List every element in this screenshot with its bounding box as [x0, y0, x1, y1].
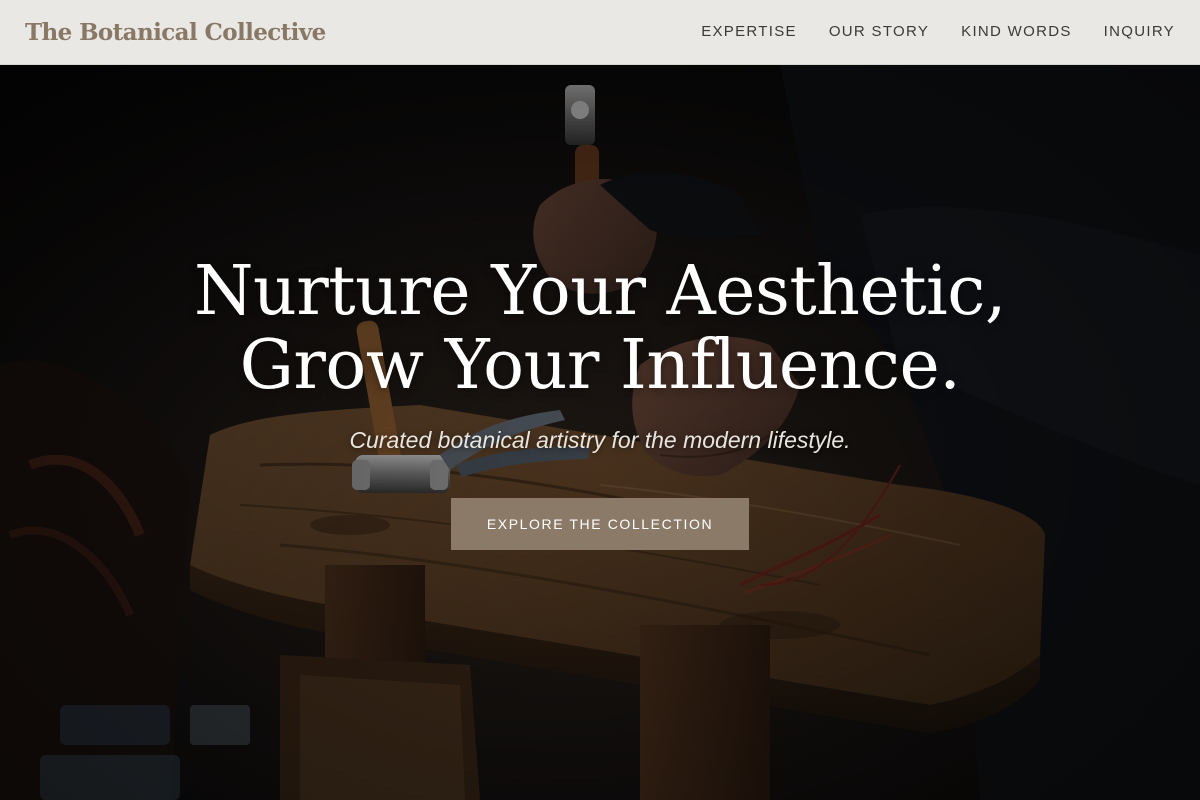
nav-link-expertise[interactable]: EXPERTISE: [701, 23, 797, 40]
nav-item-our-story: OUR STORY: [829, 23, 929, 41]
nav-item-inquiry: INQUIRY: [1104, 23, 1175, 41]
main-nav: EXPERTISE OUR STORY KIND WORDS INQUIRY: [701, 23, 1175, 41]
nav-item-expertise: EXPERTISE: [701, 23, 797, 41]
hero-content: Nurture Your Aesthetic, Grow Your Influe…: [0, 255, 1200, 550]
brand-logo-link[interactable]: The Botanical Collective: [25, 19, 326, 46]
hero-subtitle: Curated botanical artistry for the moder…: [349, 427, 851, 453]
site-header: The Botanical Collective EXPERTISE OUR S…: [0, 0, 1200, 65]
nav-link-kind-words[interactable]: KIND WORDS: [961, 23, 1072, 40]
hero-section: Nurture Your Aesthetic, Grow Your Influe…: [0, 65, 1200, 800]
nav-link-our-story[interactable]: OUR STORY: [829, 23, 929, 40]
explore-collection-button[interactable]: EXPLORE THE COLLECTION: [451, 498, 749, 550]
nav-item-kind-words: KIND WORDS: [961, 23, 1072, 41]
hero-title: Nurture Your Aesthetic, Grow Your Influe…: [0, 255, 1200, 403]
hero-title-line-2: Grow Your Influence.: [239, 326, 961, 405]
nav-link-inquiry[interactable]: INQUIRY: [1104, 23, 1175, 40]
hero-title-line-1: Nurture Your Aesthetic,: [193, 252, 1007, 331]
